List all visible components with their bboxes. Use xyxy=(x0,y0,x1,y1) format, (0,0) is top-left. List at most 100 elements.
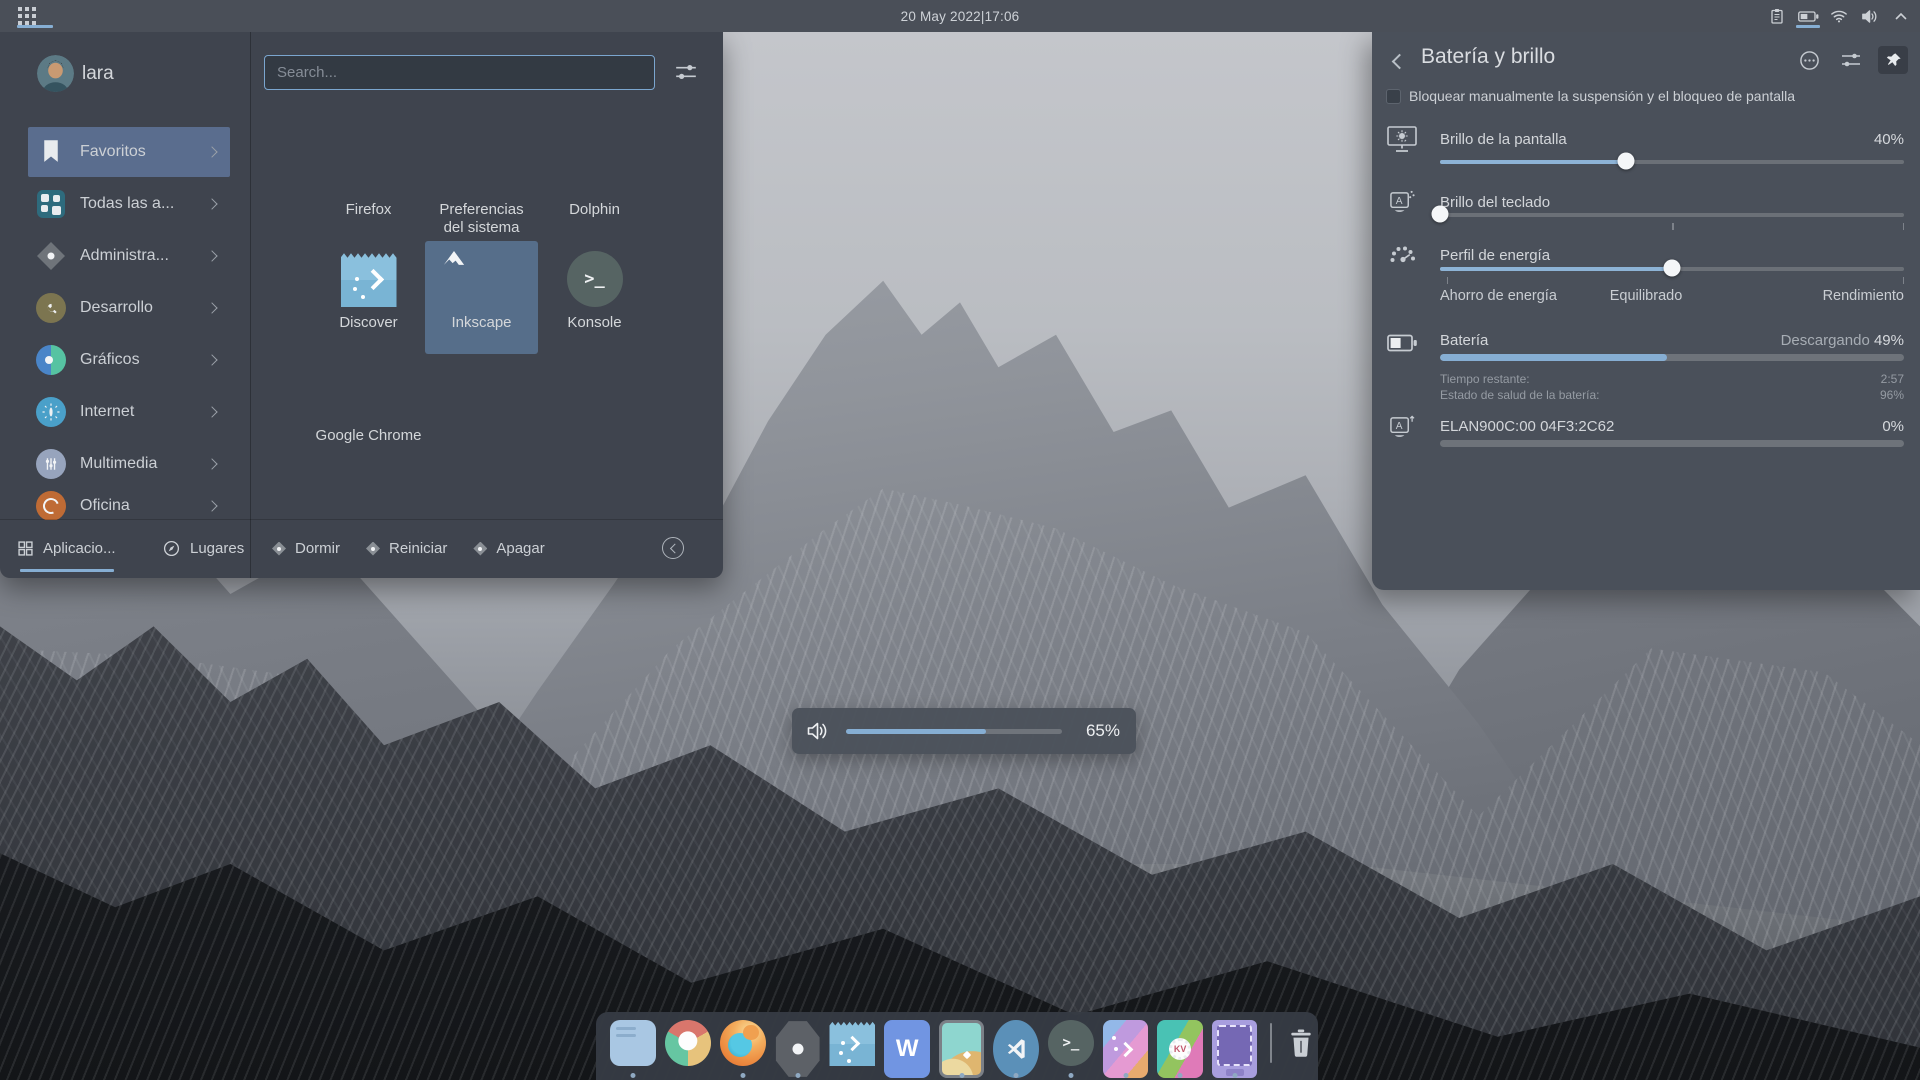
tab-lugares[interactable]: Lugares xyxy=(163,520,244,577)
shutdown-button[interactable]: Apagar xyxy=(473,540,544,557)
battery-tray-icon[interactable] xyxy=(1797,0,1819,32)
expand-tray-icon[interactable] xyxy=(1890,0,1912,32)
username: lara xyxy=(82,63,114,85)
dock-item-discover[interactable] xyxy=(829,1020,875,1078)
discover-icon xyxy=(341,251,397,307)
firefox-icon xyxy=(720,1020,766,1066)
dock-item-dolphin[interactable] xyxy=(610,1020,656,1078)
sidebar-item-internet[interactable]: Internet xyxy=(28,387,230,437)
screen-tool-icon xyxy=(1212,1020,1257,1078)
app-discover[interactable]: Discover xyxy=(312,241,425,354)
slider-handle[interactable] xyxy=(1432,206,1449,223)
chevron-right-icon xyxy=(206,146,217,157)
screen-brightness-icon xyxy=(1386,124,1418,154)
app-firefox[interactable]: Firefox xyxy=(312,128,425,241)
sleep-button[interactable]: Dormir xyxy=(272,540,340,557)
dock-item-kdenlive[interactable] xyxy=(1103,1020,1148,1078)
peripheral-value: 0% xyxy=(1882,418,1904,435)
internet-icon xyxy=(36,397,66,427)
battery-health-value: 96% xyxy=(1880,388,1904,402)
sidebar-item-label: Gráficos xyxy=(80,351,140,369)
chevron-right-icon xyxy=(206,406,217,417)
clipboard-icon[interactable] xyxy=(1766,0,1788,32)
volume-slider[interactable] xyxy=(846,729,1062,734)
sidebar-item-label: Internet xyxy=(80,403,134,421)
app-konsole[interactable]: >_ Konsole xyxy=(538,241,651,354)
sidebar-item-administracion[interactable]: Administra... xyxy=(28,231,230,281)
app-label: Inkscape xyxy=(451,314,511,332)
app-inkscape[interactable]: Inkscape xyxy=(425,241,538,354)
configure-button[interactable] xyxy=(1836,46,1866,74)
trash-icon xyxy=(1289,1029,1313,1057)
application-launcher: lara Favoritos Todas las a... Administra… xyxy=(0,32,723,578)
chevron-right-icon xyxy=(206,500,217,511)
search-input[interactable] xyxy=(264,55,655,90)
collapse-button[interactable] xyxy=(662,537,684,559)
dock-item-konsole[interactable]: >_ xyxy=(1048,1020,1094,1078)
wifi-icon[interactable] xyxy=(1828,0,1850,32)
sidebar-item-graficos[interactable]: Gráficos xyxy=(28,335,230,385)
clock[interactable]: 20 May 2022|17:06 xyxy=(0,0,1920,32)
more-options-button[interactable] xyxy=(1794,46,1824,74)
tab-label: Aplicacio... xyxy=(43,540,116,557)
profile-stop-rendimiento[interactable]: Rendimiento xyxy=(1823,288,1904,304)
dock-item-firefox[interactable] xyxy=(720,1020,766,1078)
sidebar-item-todas-las-aplicaciones[interactable]: Todas las a... xyxy=(28,179,230,229)
peripheral-keyboard-icon: A xyxy=(1386,412,1418,442)
volume-osd: 65% xyxy=(792,708,1136,754)
dock-item-gwenview[interactable] xyxy=(939,1020,984,1078)
peripheral-label: ELAN900C:00 04F3:2C62 xyxy=(1440,418,1614,435)
checkbox xyxy=(1386,89,1401,104)
dock-item-google-chrome[interactable] xyxy=(665,1020,711,1078)
sidebar-item-desarrollo[interactable]: Desarrollo xyxy=(28,283,230,333)
gwenview-icon xyxy=(939,1020,984,1078)
chevron-right-icon xyxy=(206,302,217,313)
chevron-left-icon xyxy=(669,543,679,553)
app-label: Firefox xyxy=(346,201,392,219)
launcher-divider xyxy=(250,32,251,578)
konsole-icon: >_ xyxy=(1048,1020,1094,1066)
chevron-right-icon xyxy=(206,250,217,261)
time-remaining-label: Tiempo restante: xyxy=(1440,372,1530,386)
volume-tray-icon[interactable] xyxy=(1859,0,1881,32)
tab-label: Lugares xyxy=(190,540,244,557)
avatar[interactable] xyxy=(37,55,74,92)
tab-aplicaciones[interactable]: Aplicacio... xyxy=(18,520,116,577)
screen-brightness-value: 40% xyxy=(1874,131,1904,148)
pin-button[interactable] xyxy=(1878,46,1908,74)
app-google-chrome[interactable]: Google Chrome xyxy=(312,354,425,467)
system-tray xyxy=(1766,0,1912,32)
sidebar-item-label: Desarrollo xyxy=(80,299,153,317)
app-dolphin[interactable]: Dolphin xyxy=(538,128,651,241)
system-settings-icon xyxy=(775,1020,820,1078)
filter-icon[interactable] xyxy=(674,62,700,84)
sidebar-item-favoritos[interactable]: Favoritos xyxy=(28,127,230,177)
dock-item-trash[interactable] xyxy=(1284,1020,1318,1066)
sidebar-item-oficina[interactable]: Oficina xyxy=(28,491,230,520)
dock-item-kvantum[interactable]: KV xyxy=(1157,1020,1202,1078)
compass-icon xyxy=(163,540,180,557)
lock-suspend-checkbox[interactable]: Bloquear manualmente la suspensión y el … xyxy=(1386,88,1795,104)
running-indicator xyxy=(1068,1073,1073,1078)
dock-item-vscode[interactable] xyxy=(993,1020,1038,1078)
dock-item-w-app[interactable]: W xyxy=(884,1020,929,1078)
app-preferencias-del-sistema[interactable]: Preferencias del sistema xyxy=(425,128,538,241)
running-indicator xyxy=(1232,1073,1237,1078)
sidebar-item-label: Todas las a... xyxy=(80,195,174,213)
slider-handle[interactable] xyxy=(1617,153,1634,170)
session-label: Dormir xyxy=(295,540,340,557)
power-profile-slider[interactable] xyxy=(1440,260,1904,276)
dock: W >_ KV xyxy=(596,1012,1318,1080)
dock-item-system-settings[interactable] xyxy=(775,1020,820,1078)
screen-brightness-slider[interactable] xyxy=(1440,153,1904,169)
sidebar-item-multimedia[interactable]: Multimedia xyxy=(28,439,230,489)
development-icon xyxy=(36,293,66,323)
back-button[interactable] xyxy=(1386,49,1410,73)
restart-button[interactable]: Reiniciar xyxy=(366,540,447,557)
pin-icon xyxy=(1885,52,1902,69)
slider-handle[interactable] xyxy=(1664,260,1681,277)
svg-text:A: A xyxy=(1396,195,1403,206)
dock-item-screen-tool[interactable] xyxy=(1212,1020,1257,1078)
keyboard-brightness-slider[interactable] xyxy=(1440,206,1904,222)
dock-separator xyxy=(1270,1023,1272,1063)
